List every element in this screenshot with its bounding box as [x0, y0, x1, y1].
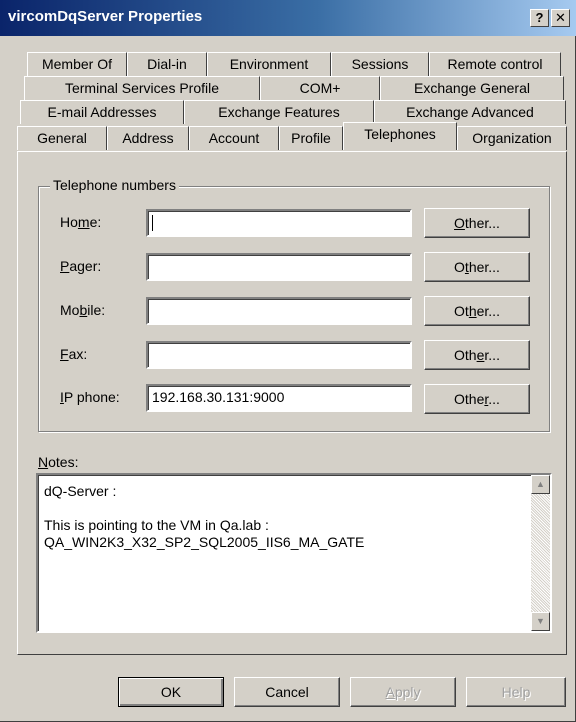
fax-label: Fax:	[60, 346, 88, 362]
pager-input[interactable]	[146, 253, 412, 281]
telephone-numbers-legend: Telephone numbers	[50, 177, 179, 193]
arrow-up-icon: ▲	[536, 479, 545, 489]
ok-button[interactable]: OK	[118, 677, 224, 707]
fax-other-button[interactable]: Other...	[424, 340, 530, 370]
tab-organization[interactable]: Organization	[457, 126, 567, 150]
home-label: Home:	[60, 214, 102, 230]
fax-input[interactable]	[146, 341, 412, 369]
ip-phone-other-button[interactable]: Other...	[424, 384, 530, 414]
mobile-other-button[interactable]: Other...	[424, 296, 530, 326]
close-icon: ✕	[555, 10, 566, 25]
tab-sessions[interactable]: Sessions	[331, 52, 429, 76]
pager-other-button[interactable]: Other...	[424, 252, 530, 282]
tab-member-of[interactable]: Member Of	[27, 52, 127, 76]
question-mark-icon: ?	[535, 10, 544, 25]
tab-exchange-features[interactable]: Exchange Features	[184, 100, 374, 124]
tab-terminal-services-profile[interactable]: Terminal Services Profile	[24, 76, 260, 100]
cancel-button[interactable]: Cancel	[234, 677, 340, 707]
help-button[interactable]: ?	[530, 9, 549, 27]
apply-button[interactable]: Apply	[350, 677, 456, 707]
mobile-label: Mobile:	[60, 302, 106, 318]
window-title: vircomDqServer Properties	[8, 8, 203, 25]
tab-exchange-general[interactable]: Exchange General	[380, 76, 564, 100]
notes-text: dQ-Server : This is pointing to the VM i…	[44, 483, 365, 550]
scroll-up-button[interactable]: ▲	[531, 475, 550, 494]
notes-scrollbar[interactable]: ▲ ▼	[531, 475, 550, 631]
tab-address[interactable]: Address	[107, 126, 189, 150]
tab-remote-control[interactable]: Remote control	[429, 52, 561, 76]
tab-account[interactable]: Account	[189, 126, 279, 150]
ip-phone-label: IP phone:	[60, 389, 120, 405]
title-bar[interactable]: vircomDqServer Properties ? ✕	[0, 0, 576, 36]
help-dialog-button[interactable]: Help	[466, 677, 566, 707]
pager-label: Pager:	[60, 258, 102, 274]
properties-dialog: vircomDqServer Properties ? ✕ Member Of …	[0, 0, 576, 722]
scroll-down-button[interactable]: ▼	[531, 612, 550, 631]
tab-dial-in[interactable]: Dial-in	[127, 52, 207, 76]
ip-phone-input[interactable]: 192.168.30.131:9000	[146, 384, 412, 412]
tab-telephones[interactable]: Telephones	[343, 122, 457, 150]
notes-textarea[interactable]: dQ-Server : This is pointing to the VM i…	[36, 473, 552, 633]
close-button[interactable]: ✕	[551, 9, 570, 27]
text-caret	[152, 215, 153, 232]
notes-label: Notes:	[38, 454, 79, 470]
tab-general[interactable]: General	[17, 126, 107, 150]
mobile-input[interactable]	[146, 297, 412, 325]
tab-environment[interactable]: Environment	[207, 52, 331, 76]
tab-com-plus[interactable]: COM+	[260, 76, 380, 100]
home-phone-input[interactable]	[146, 209, 412, 237]
tab-profile[interactable]: Profile	[279, 126, 343, 150]
arrow-down-icon: ▼	[536, 616, 545, 626]
home-other-button[interactable]: Other...	[424, 208, 530, 238]
tab-exchange-advanced[interactable]: Exchange Advanced	[374, 100, 566, 124]
tab-email-addresses[interactable]: E-mail Addresses	[20, 100, 184, 124]
